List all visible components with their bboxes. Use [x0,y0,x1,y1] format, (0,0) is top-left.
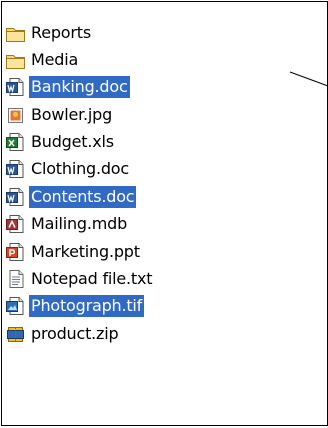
tiff-image-icon [5,296,27,316]
excel-spreadsheet-icon [5,132,27,152]
list-item[interactable]: Mailing.mdb [5,212,154,237]
file-list-panel: Reports Media Banking.doc Bowler.jpg Bud… [1,1,328,426]
file-list: Reports Media Banking.doc Bowler.jpg Bud… [5,20,154,349]
file-name: Clothing.doc [31,159,129,179]
list-item[interactable]: Media [5,47,154,72]
file-name: Bowler.jpg [31,104,113,124]
file-name: product.zip [31,323,119,343]
folder-icon [5,50,27,70]
jpeg-image-icon [5,105,27,125]
list-item[interactable]: Marketing.ppt [5,239,154,264]
word-document-icon [5,187,27,207]
text-file-icon [5,269,27,289]
list-item[interactable]: Clothing.doc [5,157,154,182]
file-name: Banking.doc [29,76,130,99]
word-document-icon [5,159,27,179]
file-name: Media [31,49,79,69]
list-item[interactable]: Reports [5,20,154,45]
file-name: Reports [31,22,91,42]
file-name: Budget.xls [31,132,114,152]
folder-icon [5,23,27,43]
access-database-icon [5,214,27,234]
list-item[interactable]: Banking.doc [5,75,154,100]
list-item[interactable]: Budget.xls [5,130,154,155]
list-item[interactable]: Photograph.tif [5,294,154,319]
list-item[interactable]: Contents.doc [5,184,154,209]
file-name: Notepad file.txt [31,269,153,289]
word-document-icon [5,77,27,97]
file-name: Mailing.mdb [31,214,128,234]
zip-archive-icon [5,324,27,344]
file-name: Contents.doc [29,185,137,208]
list-item[interactable]: Notepad file.txt [5,267,154,292]
list-item[interactable]: product.zip [5,321,154,346]
list-item[interactable]: Bowler.jpg [5,102,154,127]
file-name: Marketing.ppt [31,241,140,261]
powerpoint-presentation-icon [5,242,27,262]
file-name: Photograph.tif [29,295,145,318]
